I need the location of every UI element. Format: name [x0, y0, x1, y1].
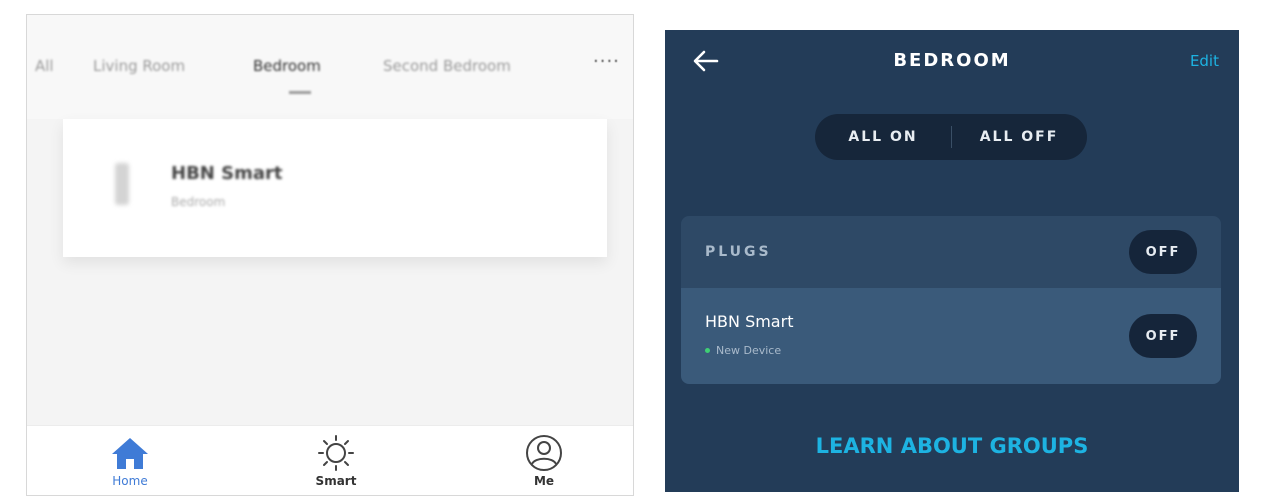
- active-tab-indicator: [289, 91, 311, 94]
- nav-home[interactable]: Home: [85, 432, 175, 488]
- group-header: PLUGS OFF: [681, 216, 1221, 288]
- device-card-status: Bedroom: [171, 195, 226, 209]
- device-off-button[interactable]: OFF: [1129, 314, 1197, 358]
- tab-second-bedroom[interactable]: Second Bedroom: [383, 57, 511, 75]
- device-status: New Device: [705, 344, 781, 357]
- learn-about-groups-link[interactable]: LEARN ABOUT GROUPS: [665, 434, 1239, 458]
- all-on-off-toggle: ALL ON ALL OFF: [815, 114, 1087, 160]
- plugs-group-card: PLUGS OFF HBN Smart New Device OFF: [681, 216, 1221, 384]
- tab-bedroom[interactable]: Bedroom: [253, 57, 321, 75]
- tab-all[interactable]: All: [35, 57, 54, 75]
- nav-home-label: Home: [112, 474, 148, 488]
- tab-living-room[interactable]: Living Room: [93, 57, 185, 75]
- all-on-button[interactable]: ALL ON: [815, 129, 951, 145]
- all-off-button[interactable]: ALL OFF: [951, 129, 1087, 145]
- more-tabs-icon[interactable]: ····: [593, 51, 620, 72]
- device-card-name: HBN Smart: [171, 163, 283, 184]
- group-off-button[interactable]: OFF: [1129, 230, 1197, 274]
- profile-icon: [499, 432, 589, 474]
- bottom-nav: Home Smart Me: [27, 425, 633, 495]
- page-title: BEDROOM: [893, 50, 1011, 71]
- room-tab-bar: All Living Room Bedroom Second Bedroom ·…: [27, 15, 633, 119]
- alexa-group-screen: BEDROOM Edit ALL ON ALL OFF PLUGS OFF HB…: [665, 30, 1239, 492]
- status-dot-icon: [705, 348, 710, 353]
- device-name: HBN Smart: [705, 312, 794, 331]
- edit-button[interactable]: Edit: [1190, 52, 1219, 70]
- plug-icon: [115, 163, 129, 205]
- sun-icon: [291, 432, 381, 474]
- device-status-text: New Device: [716, 344, 782, 357]
- nav-me[interactable]: Me: [499, 432, 589, 488]
- home-icon: [85, 432, 175, 474]
- toggle-divider: [951, 126, 952, 148]
- group-title: PLUGS: [705, 244, 772, 260]
- nav-smart-label: Smart: [315, 474, 357, 488]
- device-row[interactable]: HBN Smart New Device OFF: [681, 288, 1221, 384]
- nav-smart[interactable]: Smart: [291, 432, 381, 488]
- smart-life-screen: All Living Room Bedroom Second Bedroom ·…: [26, 14, 634, 496]
- nav-me-label: Me: [533, 474, 555, 488]
- device-card[interactable]: HBN Smart Bedroom: [63, 119, 607, 257]
